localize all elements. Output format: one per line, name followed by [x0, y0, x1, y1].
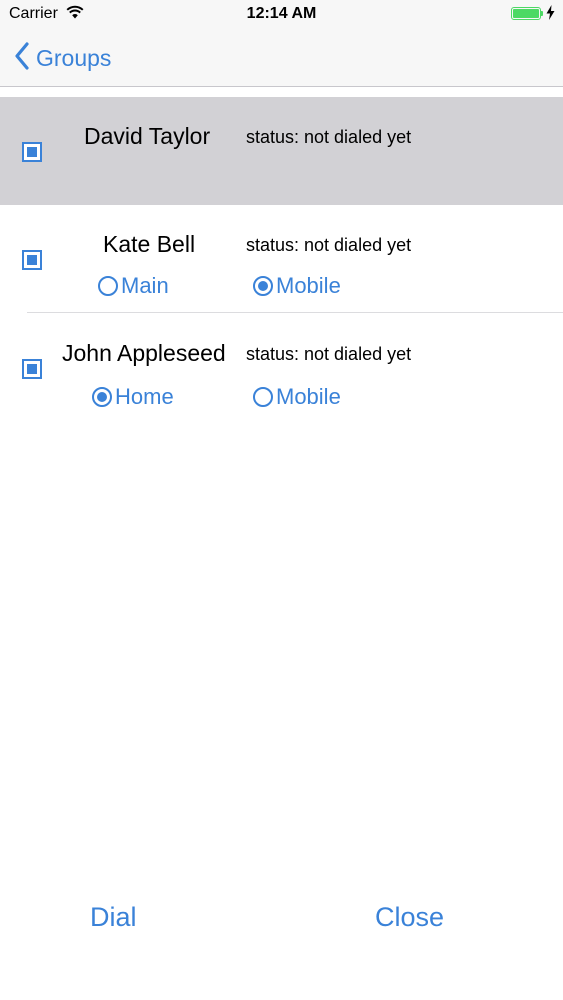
contact-checkbox[interactable]	[22, 142, 42, 162]
battery-icon	[511, 7, 541, 20]
radio-unchecked-icon	[98, 276, 118, 296]
back-button[interactable]: Groups	[14, 41, 112, 75]
contact-row-kate-bell[interactable]: Kate Bell status: not dialed yet Main Mo…	[0, 205, 563, 313]
back-label: Groups	[36, 44, 112, 71]
phone-option-mobile[interactable]: Mobile	[253, 273, 341, 299]
contact-name: John Appleseed	[62, 340, 226, 366]
phone-option-home[interactable]: Home	[92, 384, 174, 410]
contact-checkbox[interactable]	[22, 250, 42, 270]
dial-status: status: not dialed yet	[246, 344, 412, 364]
navigation-bar: Groups	[0, 30, 563, 87]
radio-checked-icon	[92, 387, 112, 407]
chevron-left-icon	[14, 41, 30, 75]
contact-row-david-taylor[interactable]: David Taylor status: not dialed yet	[0, 97, 563, 205]
dial-status: status: not dialed yet	[246, 235, 412, 255]
dial-button[interactable]: Dial	[90, 902, 137, 933]
charging-bolt-icon	[546, 5, 555, 25]
contact-row-john-appleseed[interactable]: John Appleseed status: not dialed yet Ho…	[0, 314, 563, 422]
battery-tip	[541, 11, 543, 16]
phone-option-mobile[interactable]: Mobile	[253, 384, 341, 410]
clock: 12:14 AM	[246, 5, 317, 22]
row-separator	[27, 312, 563, 313]
contact-name: David Taylor	[84, 123, 211, 149]
phone-option-label: Home	[115, 384, 174, 409]
phone-option-label: Mobile	[276, 384, 341, 409]
radio-checked-icon	[253, 276, 273, 296]
status-bar: Carrier 12:14 AM	[0, 0, 563, 30]
contact-checkbox[interactable]	[22, 359, 42, 379]
phone-option-main[interactable]: Main	[98, 273, 169, 299]
dial-status: status: not dialed yet	[246, 127, 412, 147]
close-button[interactable]: Close	[375, 902, 444, 933]
radio-unchecked-icon	[253, 387, 273, 407]
phone-option-label: Mobile	[276, 273, 341, 298]
contact-name: Kate Bell	[103, 231, 196, 257]
phone-option-label: Main	[121, 273, 169, 298]
